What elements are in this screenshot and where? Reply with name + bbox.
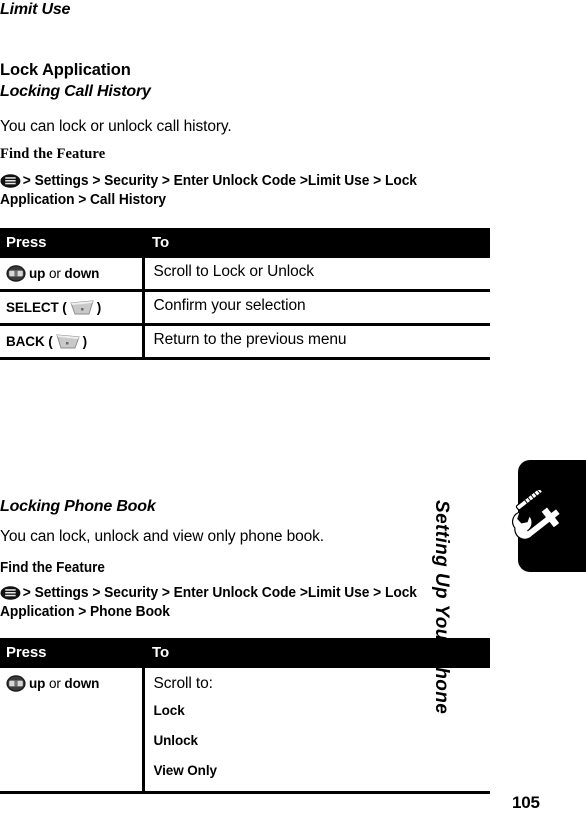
table-row: BACK ( ) Return to the previous menu: [0, 324, 490, 360]
table-header-row: Press To: [0, 638, 490, 668]
chapter-label: Setting Up Your Phone: [431, 500, 452, 715]
back-key-label: BACK: [6, 334, 45, 349]
press-down-label: down: [64, 266, 100, 281]
press-or-label: or: [48, 266, 61, 281]
column-header-press: Press: [0, 228, 143, 258]
find-the-feature-label-2: Find the Feature: [0, 560, 105, 576]
menu-key-icon: [0, 174, 21, 188]
right-soft-key-icon: [69, 300, 95, 316]
menu-key-icon: [0, 586, 21, 600]
press-down-label: down: [64, 676, 100, 691]
press-up-label: up: [29, 676, 46, 691]
page-number: 105: [512, 793, 540, 812]
intro-text-call-history: You can lock or unlock call history.: [0, 118, 232, 135]
action-cell-return: Return to the previous menu: [143, 324, 490, 360]
press-cell-navigation-key: up or down: [0, 258, 145, 292]
nav-path-1-text: > Settings > Security > Enter Unlock Cod…: [0, 173, 417, 208]
subheading-locking-call-history: Locking Call History: [0, 83, 151, 100]
table-row: up or down Scroll to: Lock Unlock View O…: [0, 668, 490, 794]
navigation-key-icon: [6, 265, 26, 282]
press-or-label: or: [48, 676, 61, 691]
column-header-to: To: [143, 228, 490, 258]
action-cell-confirm: Confirm your selection: [143, 290, 490, 326]
nav-path-2: > Settings > Security > Enter Unlock Cod…: [0, 584, 486, 622]
running-head: Limit Use: [0, 1, 71, 18]
intro-text-phone-book: You can lock, unlock and view only phone…: [0, 528, 324, 545]
chapter-tab: [512, 460, 586, 572]
navigation-key-icon: [6, 675, 26, 692]
section-heading-lock-application: Lock Application: [0, 61, 131, 79]
manual-page: Limit Use Lock Application Locking Call …: [0, 0, 586, 820]
column-header-press: Press: [0, 638, 143, 668]
wrench-screwdriver-icon: [506, 487, 566, 542]
table-row: up or down Scroll to Lock or Unlock: [0, 258, 490, 292]
table-header-row: Press To: [0, 228, 490, 258]
action-cell-scroll: Scroll to Lock or Unlock: [143, 258, 490, 292]
table-row: SELECT ( ) Confirm your selection: [0, 290, 490, 326]
press-up-label: up: [29, 266, 46, 281]
left-soft-key-icon: [55, 334, 81, 350]
press-cell-back-key: BACK ( ): [0, 324, 145, 360]
key-table-phone-book: Press To up or down Scroll to: Lock Unlo…: [0, 638, 490, 794]
press-cell-select-key: SELECT ( ): [0, 290, 145, 326]
nav-path-1: > Settings > Security > Enter Unlock Cod…: [0, 172, 486, 210]
find-the-feature-label-1: Find the Feature: [0, 146, 106, 162]
select-key-label: SELECT: [6, 300, 59, 315]
subheading-locking-phone-book: Locking Phone Book: [0, 498, 156, 515]
nav-path-2-text: > Settings > Security > Enter Unlock Cod…: [0, 585, 417, 620]
key-table-call-history: Press To up or down Scroll to Lock or Un…: [0, 228, 490, 360]
press-cell-navigation-key: up or down: [0, 668, 145, 794]
